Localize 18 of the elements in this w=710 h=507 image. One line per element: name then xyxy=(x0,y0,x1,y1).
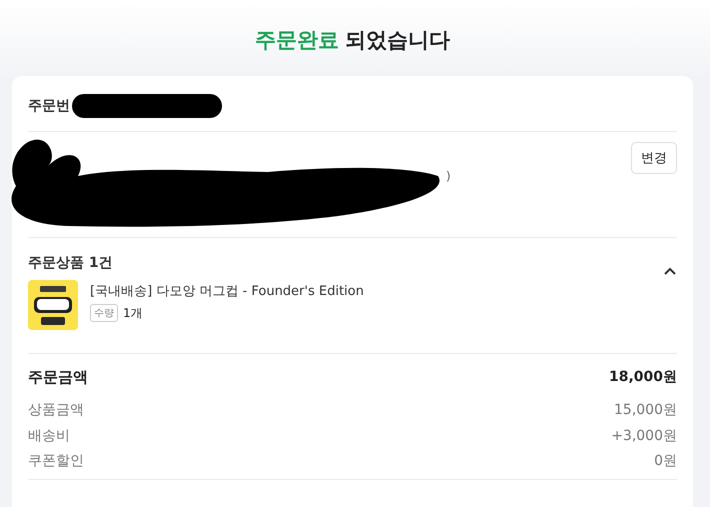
page-title: 되었습니다 xyxy=(345,27,450,54)
order-number-label: 주문번 xyxy=(28,96,70,114)
price-value: 0원 xyxy=(654,452,677,471)
address-text: ) xyxy=(446,169,451,183)
price-label: 상품금액 xyxy=(28,401,84,420)
total-amount: 18,000원 xyxy=(608,368,677,387)
price-value: +3,000원 xyxy=(611,426,677,446)
quantity-tag: 수량 xyxy=(90,304,118,322)
section-heading: 주문상품 1건 xyxy=(28,254,113,272)
price-label: 배송비 xyxy=(28,426,70,446)
quantity-value: 1개 xyxy=(123,304,143,322)
change-button[interactable]: 변경 xyxy=(631,142,677,174)
product-name: [국내배송] 다모앙 머그컵 - Founder's Edition xyxy=(90,283,364,300)
price-label: 쿠폰할인 xyxy=(28,452,84,471)
total-label: 주문금액 xyxy=(28,368,88,387)
title-highlight: 주문완료 xyxy=(255,27,339,54)
price-value: 15,000원 xyxy=(614,401,677,420)
collapse-icon[interactable] xyxy=(663,266,677,276)
